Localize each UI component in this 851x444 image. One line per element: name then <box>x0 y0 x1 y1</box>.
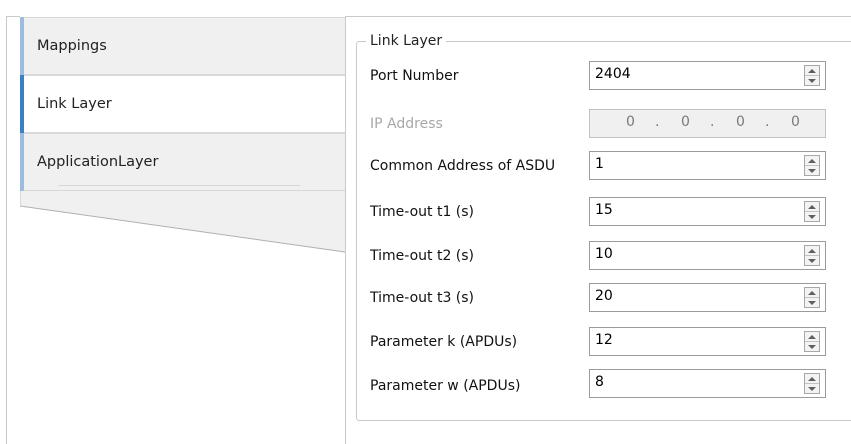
parameter-k-label: Parameter k (APDUs) <box>370 334 518 350</box>
ip-address-field: 0 . 0 . 0 . 0 <box>589 109 826 138</box>
timeout-t1-label: Time-out t1 (s) <box>370 204 475 220</box>
spin-buttons <box>804 373 820 394</box>
tab-sidebar: Mappings Link Layer ApplicationLayer <box>0 0 345 444</box>
tab-application-layer[interactable]: ApplicationLayer <box>20 133 345 191</box>
spin-up-arrow-icon[interactable] <box>805 246 819 256</box>
common-address-value: 1 <box>595 156 604 172</box>
timeout-t2-label: Time-out t2 (s) <box>370 248 475 264</box>
spin-up-arrow-icon[interactable] <box>805 156 819 166</box>
timeout-t2-value: 10 <box>595 246 613 262</box>
tab-accent-bar <box>20 133 24 191</box>
spin-buttons <box>804 287 820 308</box>
parameter-k-spinbox[interactable]: 12 <box>589 327 826 356</box>
ip-octet: 0 <box>626 114 635 130</box>
ip-octet: 0 <box>791 114 800 130</box>
ip-address-label: IP Address <box>370 116 443 132</box>
ip-separator: . <box>655 114 660 130</box>
spin-up-arrow-icon[interactable] <box>805 66 819 76</box>
parameter-w-label: Parameter w (APDUs) <box>370 378 521 394</box>
timeout-t3-label: Time-out t3 (s) <box>370 290 475 306</box>
spin-down-arrow-icon[interactable] <box>805 384 819 394</box>
tab-mappings[interactable]: Mappings <box>20 17 345 75</box>
tab-divider <box>58 185 300 186</box>
spin-down-arrow-icon[interactable] <box>805 76 819 86</box>
tab-link-layer[interactable]: Link Layer <box>20 75 345 133</box>
common-address-spinbox[interactable]: 1 <box>589 151 826 180</box>
parameter-w-spinbox[interactable]: 8 <box>589 369 826 398</box>
spin-down-arrow-icon[interactable] <box>805 256 819 266</box>
link-layer-groupbox <box>356 41 851 421</box>
spin-buttons <box>804 331 820 352</box>
parameter-w-value: 8 <box>595 374 604 390</box>
timeout-t3-spinbox[interactable]: 20 <box>589 283 826 312</box>
spin-buttons <box>804 201 820 222</box>
timeout-t3-value: 20 <box>595 288 613 304</box>
spin-down-arrow-icon[interactable] <box>805 212 819 222</box>
timeout-t2-spinbox[interactable]: 10 <box>589 241 826 270</box>
spin-buttons <box>804 245 820 266</box>
ip-separator: . <box>710 114 715 130</box>
groupbox-title: Link Layer <box>366 33 447 49</box>
timeout-t1-value: 15 <box>595 202 613 218</box>
spin-buttons <box>804 155 820 176</box>
tab-accent-bar <box>20 75 24 133</box>
spin-up-arrow-icon[interactable] <box>805 374 819 384</box>
tab-accent-bar <box>20 17 24 75</box>
port-number-label: Port Number <box>370 68 459 84</box>
spin-up-arrow-icon[interactable] <box>805 288 819 298</box>
tab-link-layer-label: Link Layer <box>37 96 112 112</box>
tab-mappings-label: Mappings <box>37 38 107 54</box>
timeout-t1-spinbox[interactable]: 15 <box>589 197 826 226</box>
port-number-value: 2404 <box>595 66 631 82</box>
common-address-label: Common Address of ASDU <box>370 158 556 174</box>
settings-panel: Link Layer Port Number 2404 IP Address 0… <box>345 16 851 444</box>
ip-octet: 0 <box>736 114 745 130</box>
spin-up-arrow-icon[interactable] <box>805 332 819 342</box>
tab-application-layer-label: ApplicationLayer <box>37 154 159 170</box>
spin-down-arrow-icon[interactable] <box>805 298 819 308</box>
ip-octet: 0 <box>681 114 690 130</box>
spin-down-arrow-icon[interactable] <box>805 166 819 176</box>
ip-separator: . <box>765 114 770 130</box>
port-number-spinbox[interactable]: 2404 <box>589 61 826 90</box>
spin-up-arrow-icon[interactable] <box>805 202 819 212</box>
spin-down-arrow-icon[interactable] <box>805 342 819 352</box>
parameter-k-value: 12 <box>595 332 613 348</box>
spin-buttons <box>804 65 820 86</box>
